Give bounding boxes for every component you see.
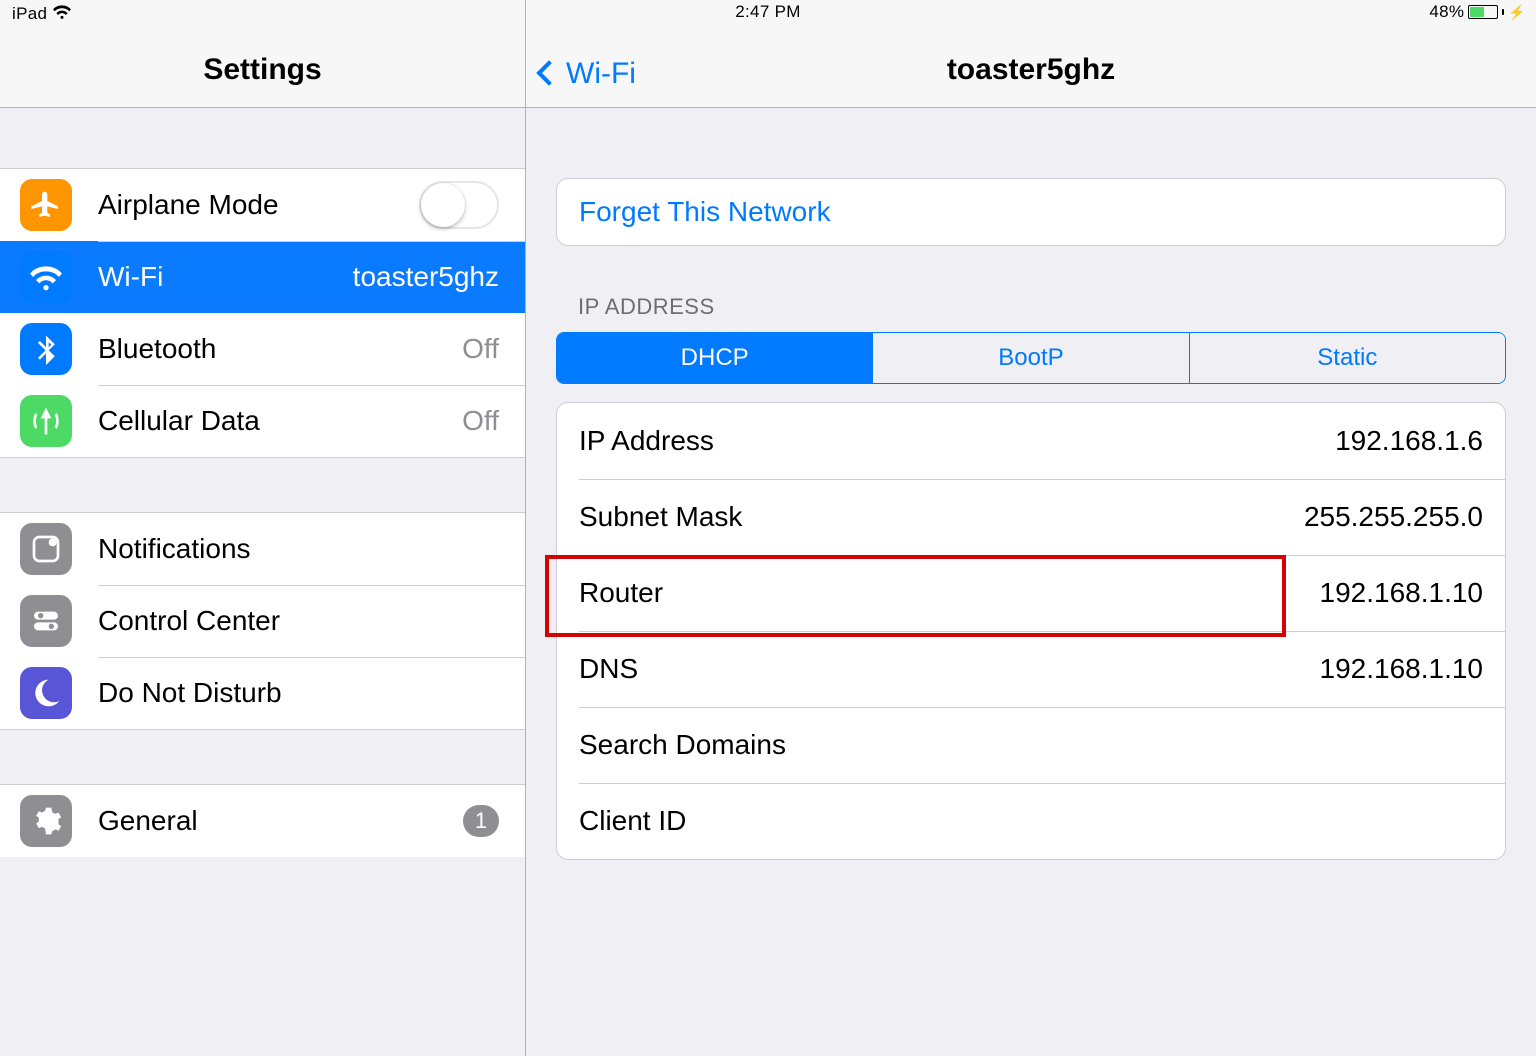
- chevron-left-icon: [536, 60, 561, 85]
- sidebar-group-general: General 1: [0, 784, 525, 857]
- charging-icon: ⚡: [1508, 5, 1526, 19]
- row-label: Wi-Fi: [98, 261, 163, 293]
- airplane-icon: [20, 179, 72, 231]
- row-search-domains[interactable]: Search Domains: [557, 707, 1505, 783]
- row-value: Off: [462, 405, 525, 437]
- sidebar-item-do-not-disturb[interactable]: Do Not Disturb: [0, 657, 525, 729]
- row-client-id[interactable]: Client ID: [557, 783, 1505, 859]
- bluetooth-icon: [20, 323, 72, 375]
- sidebar-title: Settings: [203, 53, 321, 87]
- moon-icon: [20, 667, 72, 719]
- battery-percent: 48%: [1429, 2, 1464, 22]
- row-label: DNS: [579, 653, 638, 685]
- wifi-icon: [20, 251, 72, 303]
- segment-dhcp[interactable]: DHCP: [557, 333, 872, 383]
- sidebar-item-cellular-data[interactable]: Cellular Data Off: [0, 385, 525, 457]
- row-label: Client ID: [579, 805, 686, 837]
- battery-icon: [1468, 5, 1498, 19]
- cellular-icon: [20, 395, 72, 447]
- row-label: Search Domains: [579, 729, 786, 761]
- forget-network-card: Forget This Network: [556, 178, 1506, 246]
- row-ip-address[interactable]: IP Address 192.168.1.6: [557, 403, 1505, 479]
- forget-network-label: Forget This Network: [579, 196, 831, 228]
- detail-pane: Wi-Fi toaster5ghz Forget This Network IP…: [526, 0, 1536, 1056]
- ip-mode-segmented: DHCP BootP Static: [556, 332, 1506, 384]
- battery-tip: [1502, 9, 1504, 15]
- row-router[interactable]: Router 192.168.1.10: [557, 555, 1505, 631]
- section-header-ip: IP ADDRESS: [578, 294, 1484, 320]
- row-value: 192.168.1.10: [1320, 577, 1484, 609]
- row-value: toaster5ghz: [353, 261, 525, 293]
- status-right: 48% ⚡: [1429, 2, 1526, 22]
- row-value: 192.168.1.6: [1335, 425, 1483, 457]
- row-label: Notifications: [98, 533, 251, 565]
- sidebar-item-general[interactable]: General 1: [0, 785, 525, 857]
- sidebar-group-notifications: Notifications Control Center Do Not Dist…: [0, 512, 525, 730]
- sidebar-item-bluetooth[interactable]: Bluetooth Off: [0, 313, 525, 385]
- general-badge: 1: [463, 805, 499, 837]
- status-left: iPad: [12, 2, 71, 25]
- segment-bootp[interactable]: BootP: [872, 333, 1188, 383]
- segment-static[interactable]: Static: [1189, 333, 1505, 383]
- row-value: Off: [462, 333, 525, 365]
- row-label: Control Center: [98, 605, 280, 637]
- row-label: Subnet Mask: [579, 501, 742, 533]
- status-time: 2:47 PM: [0, 2, 1536, 22]
- sidebar-item-control-center[interactable]: Control Center: [0, 585, 525, 657]
- gear-icon: [20, 795, 72, 847]
- airplane-mode-switch[interactable]: [419, 181, 499, 229]
- status-bar: iPad 2:47 PM 48% ⚡: [0, 0, 1536, 24]
- ip-details-table: IP Address 192.168.1.6 Subnet Mask 255.2…: [556, 402, 1506, 860]
- row-label: Router: [579, 577, 663, 609]
- control-center-icon: [20, 595, 72, 647]
- row-label: Airplane Mode: [98, 189, 279, 221]
- row-subnet-mask[interactable]: Subnet Mask 255.255.255.0: [557, 479, 1505, 555]
- back-button[interactable]: Wi-Fi: [540, 57, 636, 91]
- row-label: General: [98, 805, 198, 837]
- settings-sidebar: Settings Airplane Mode Wi-Fi toaster5: [0, 0, 526, 1056]
- row-value: 255.255.255.0: [1304, 501, 1483, 533]
- back-label: Wi-Fi: [566, 57, 636, 91]
- row-dns[interactable]: DNS 192.168.1.10: [557, 631, 1505, 707]
- detail-title: toaster5ghz: [947, 53, 1115, 87]
- sidebar-item-notifications[interactable]: Notifications: [0, 513, 525, 585]
- sidebar-item-wifi[interactable]: Wi-Fi toaster5ghz: [0, 241, 525, 313]
- device-name: iPad: [12, 4, 47, 24]
- notifications-icon: [20, 523, 72, 575]
- sidebar-item-airplane-mode[interactable]: Airplane Mode: [0, 169, 525, 241]
- forget-network-button[interactable]: Forget This Network: [557, 179, 1505, 245]
- row-label: Cellular Data: [98, 405, 260, 437]
- row-label: Bluetooth: [98, 333, 216, 365]
- row-label: IP Address: [579, 425, 714, 457]
- wifi-status-icon: [53, 2, 71, 25]
- row-label: Do Not Disturb: [98, 677, 282, 709]
- sidebar-group-connectivity: Airplane Mode Wi-Fi toaster5ghz Bluetoot…: [0, 168, 525, 458]
- row-value: 192.168.1.10: [1320, 653, 1484, 685]
